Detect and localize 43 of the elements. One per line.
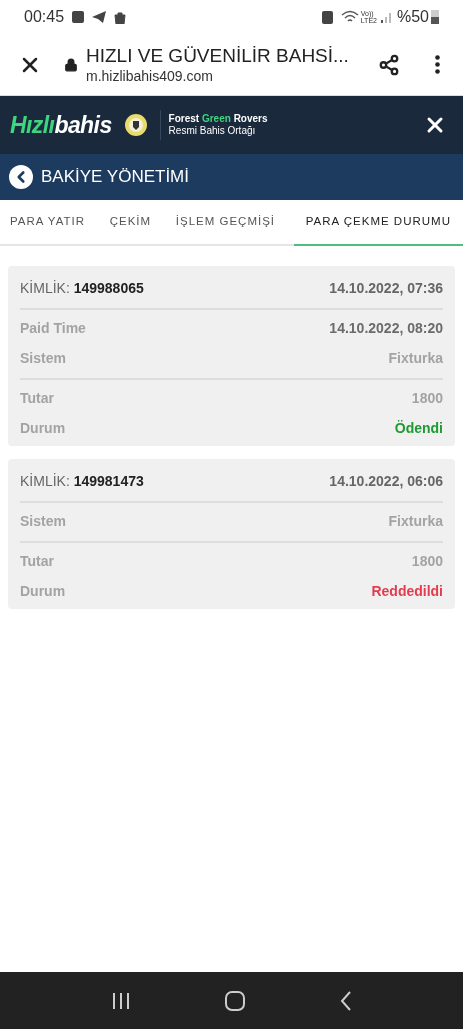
id-text: KİMLİK: 149988065 [20,278,144,298]
row-label: Tutar [20,388,54,408]
signal-icon [380,11,393,23]
battery-icon [431,10,439,24]
recent-apps-icon[interactable] [111,991,132,1010]
page-url: m.hizlibahis409.com [86,67,214,86]
row-label: Sistem [20,511,66,531]
row-value: 1800 [411,388,443,408]
row-label: Sistem [20,348,66,368]
club-crest-icon [123,113,148,137]
home-icon[interactable] [225,990,246,1011]
section-title: BAKİYE YÖNETİMİ [41,166,189,189]
tab[interactable]: PARA YATIR [4,200,91,246]
lock-icon [64,57,78,72]
row-label: Durum [20,581,66,601]
menu-icon [434,55,440,74]
bag-icon [114,10,127,24]
row-value: Fixturka [388,511,443,531]
share-icon [378,53,400,76]
row-label: Paid Time [20,318,86,338]
status-text: Reddedildi [371,581,443,601]
wifi-icon [340,10,359,24]
created-date: 14.10.2022, 06:06 [329,471,443,491]
id-text: KİMLİK: 149981473 [20,471,144,491]
clock: 00:45 [24,7,65,27]
page-title: HIZLI VE GÜVENİLİR BAHSİ... [86,43,350,68]
tab[interactable]: PARA ÇEKME DURUMU [293,200,463,246]
tab[interactable]: İŞLEM GEÇMİŞİ [169,200,282,246]
row-value: 14.10.2022, 08:20 [329,318,443,338]
brand-logo[interactable]: Hızlıbahis [10,107,112,143]
created-date: 14.10.2022, 07:36 [329,278,443,298]
row-label: Tutar [20,551,54,571]
row-value: Fixturka [388,348,443,368]
send-icon [92,11,107,23]
back-icon[interactable] [339,990,352,1011]
status-text: Ödendi [394,418,443,438]
back-button[interactable] [9,165,33,189]
row-label: Durum [20,418,66,438]
battery-percent: %50 [396,7,429,27]
tab[interactable]: ÇEKİM [103,200,158,246]
partner-subtitle: Resmi Bahis Ortağı [168,125,257,138]
row-value: 1800 [411,551,443,571]
partner-name: Forest Green Rovers [168,112,268,125]
